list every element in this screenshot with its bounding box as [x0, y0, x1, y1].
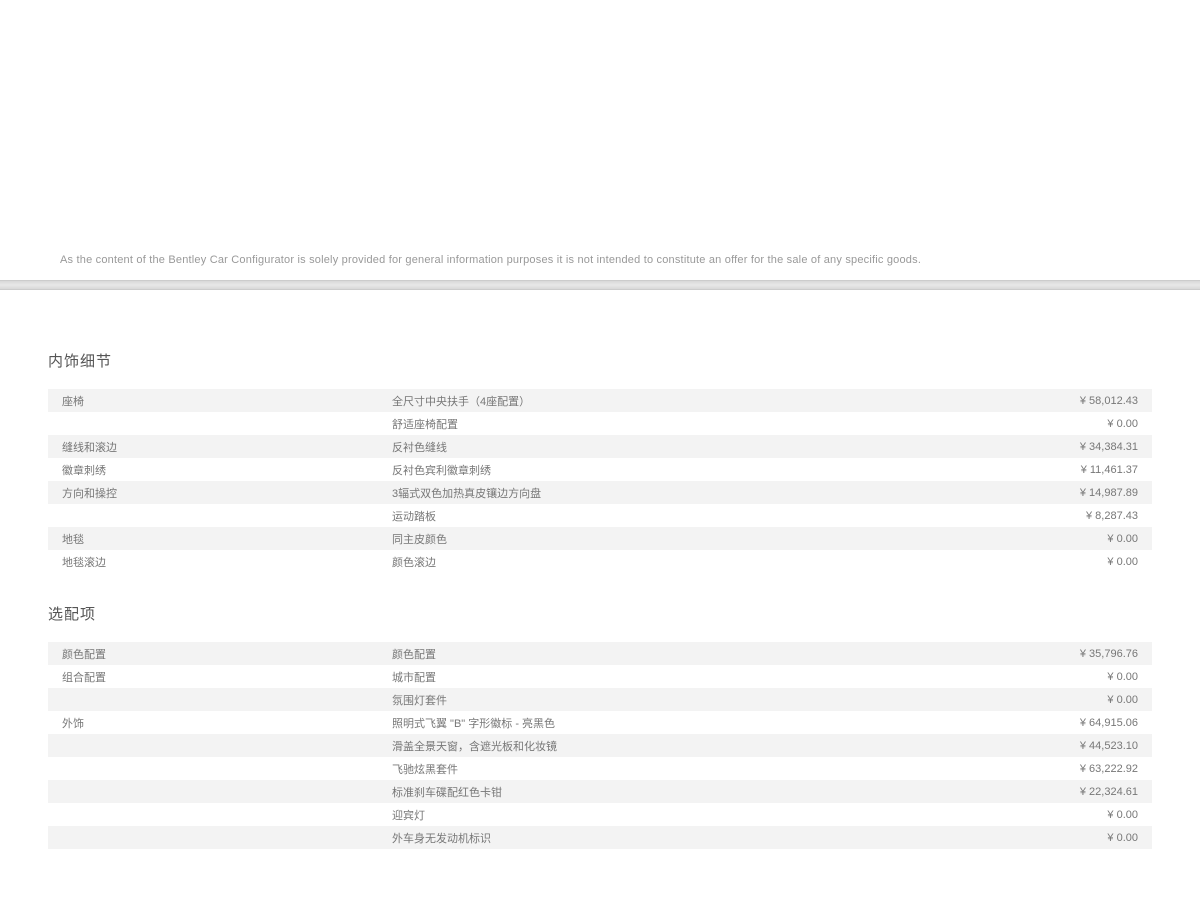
row-price: ¥ 11,461.37 [998, 464, 1138, 476]
section-interior-details: 内饰细节 座椅 全尺寸中央扶手（4座配置） ¥ 58,012.43 舒适座椅配置… [48, 350, 1152, 573]
row-category: 组合配置 [62, 669, 392, 685]
table-row: 外饰 照明式飞翼 "B" 字形徽标 - 亮黑色 ¥ 64,915.06 [48, 711, 1152, 734]
row-description: 氛围灯套件 [392, 692, 998, 708]
row-price: ¥ 8,287.43 [998, 510, 1138, 522]
row-category: 方向和操控 [62, 485, 392, 501]
section-title: 内饰细节 [48, 350, 1152, 371]
row-price: ¥ 0.00 [998, 533, 1138, 545]
row-price: ¥ 63,222.92 [998, 763, 1138, 775]
row-price: ¥ 44,523.10 [998, 740, 1138, 752]
row-category: 徽章刺绣 [62, 462, 392, 478]
row-description: 3辐式双色加热真皮镶边方向盘 [392, 485, 998, 501]
row-description: 飞驰炫黑套件 [392, 761, 998, 777]
table-row: 飞驰炫黑套件 ¥ 63,222.92 [48, 757, 1152, 780]
row-price: ¥ 0.00 [998, 671, 1138, 683]
row-description: 迎宾灯 [392, 807, 998, 823]
row-price: ¥ 64,915.06 [998, 717, 1138, 729]
section-title: 选配项 [48, 603, 1152, 624]
row-description: 颜色配置 [392, 646, 998, 662]
row-price: ¥ 0.00 [998, 694, 1138, 706]
row-price: ¥ 58,012.43 [998, 395, 1138, 407]
row-description: 照明式飞翼 "B" 字形徽标 - 亮黑色 [392, 715, 998, 731]
table-row: 标准刹车碟配红色卡钳 ¥ 22,324.61 [48, 780, 1152, 803]
table-row: 外车身无发动机标识 ¥ 0.00 [48, 826, 1152, 849]
table-row: 滑盖全景天窗，含遮光板和化妆镜 ¥ 44,523.10 [48, 734, 1152, 757]
row-price: ¥ 0.00 [998, 832, 1138, 844]
table-row: 迎宾灯 ¥ 0.00 [48, 803, 1152, 826]
hero-area: As the content of the Bentley Car Config… [0, 0, 1200, 280]
row-description: 全尺寸中央扶手（4座配置） [392, 393, 998, 409]
row-category: 座椅 [62, 393, 392, 409]
row-description: 运动踏板 [392, 508, 998, 524]
row-description: 反衬色缝线 [392, 439, 998, 455]
row-description: 滑盖全景天窗，含遮光板和化妆镜 [392, 738, 998, 754]
table-row: 舒适座椅配置 ¥ 0.00 [48, 412, 1152, 435]
table-row: 氛围灯套件 ¥ 0.00 [48, 688, 1152, 711]
section-options: 选配项 颜色配置 颜色配置 ¥ 35,796.76 组合配置 城市配置 ¥ 0.… [48, 603, 1152, 849]
row-description: 同主皮颜色 [392, 531, 998, 547]
row-description: 颜色滚边 [392, 554, 998, 570]
row-price: ¥ 14,987.89 [998, 487, 1138, 499]
table-row: 地毯 同主皮颜色 ¥ 0.00 [48, 527, 1152, 550]
row-category: 地毯 [62, 531, 392, 547]
table-row: 徽章刺绣 反衬色宾利徽章刺绣 ¥ 11,461.37 [48, 458, 1152, 481]
row-price: ¥ 35,796.76 [998, 648, 1138, 660]
row-category: 外饰 [62, 715, 392, 731]
table-row: 地毯滚边 颜色滚边 ¥ 0.00 [48, 550, 1152, 573]
row-price: ¥ 0.00 [998, 556, 1138, 568]
row-description: 城市配置 [392, 669, 998, 685]
row-price: ¥ 0.00 [998, 809, 1138, 821]
table-row: 颜色配置 颜色配置 ¥ 35,796.76 [48, 642, 1152, 665]
row-category: 地毯滚边 [62, 554, 392, 570]
section-divider [0, 280, 1200, 290]
table-row: 运动踏板 ¥ 8,287.43 [48, 504, 1152, 527]
row-category: 颜色配置 [62, 646, 392, 662]
row-price: ¥ 0.00 [998, 418, 1138, 430]
table-row: 座椅 全尺寸中央扶手（4座配置） ¥ 58,012.43 [48, 389, 1152, 412]
row-description: 舒适座椅配置 [392, 416, 998, 432]
row-price: ¥ 22,324.61 [998, 786, 1138, 798]
table-row: 方向和操控 3辐式双色加热真皮镶边方向盘 ¥ 14,987.89 [48, 481, 1152, 504]
row-description: 外车身无发动机标识 [392, 830, 998, 846]
row-price: ¥ 34,384.31 [998, 441, 1138, 453]
row-category: 缝线和滚边 [62, 439, 392, 455]
disclaimer-text: As the content of the Bentley Car Config… [60, 254, 1140, 266]
row-description: 反衬色宾利徽章刺绣 [392, 462, 998, 478]
content-area: 内饰细节 座椅 全尺寸中央扶手（4座配置） ¥ 58,012.43 舒适座椅配置… [0, 290, 1200, 889]
table-row: 组合配置 城市配置 ¥ 0.00 [48, 665, 1152, 688]
row-description: 标准刹车碟配红色卡钳 [392, 784, 998, 800]
table-row: 缝线和滚边 反衬色缝线 ¥ 34,384.31 [48, 435, 1152, 458]
